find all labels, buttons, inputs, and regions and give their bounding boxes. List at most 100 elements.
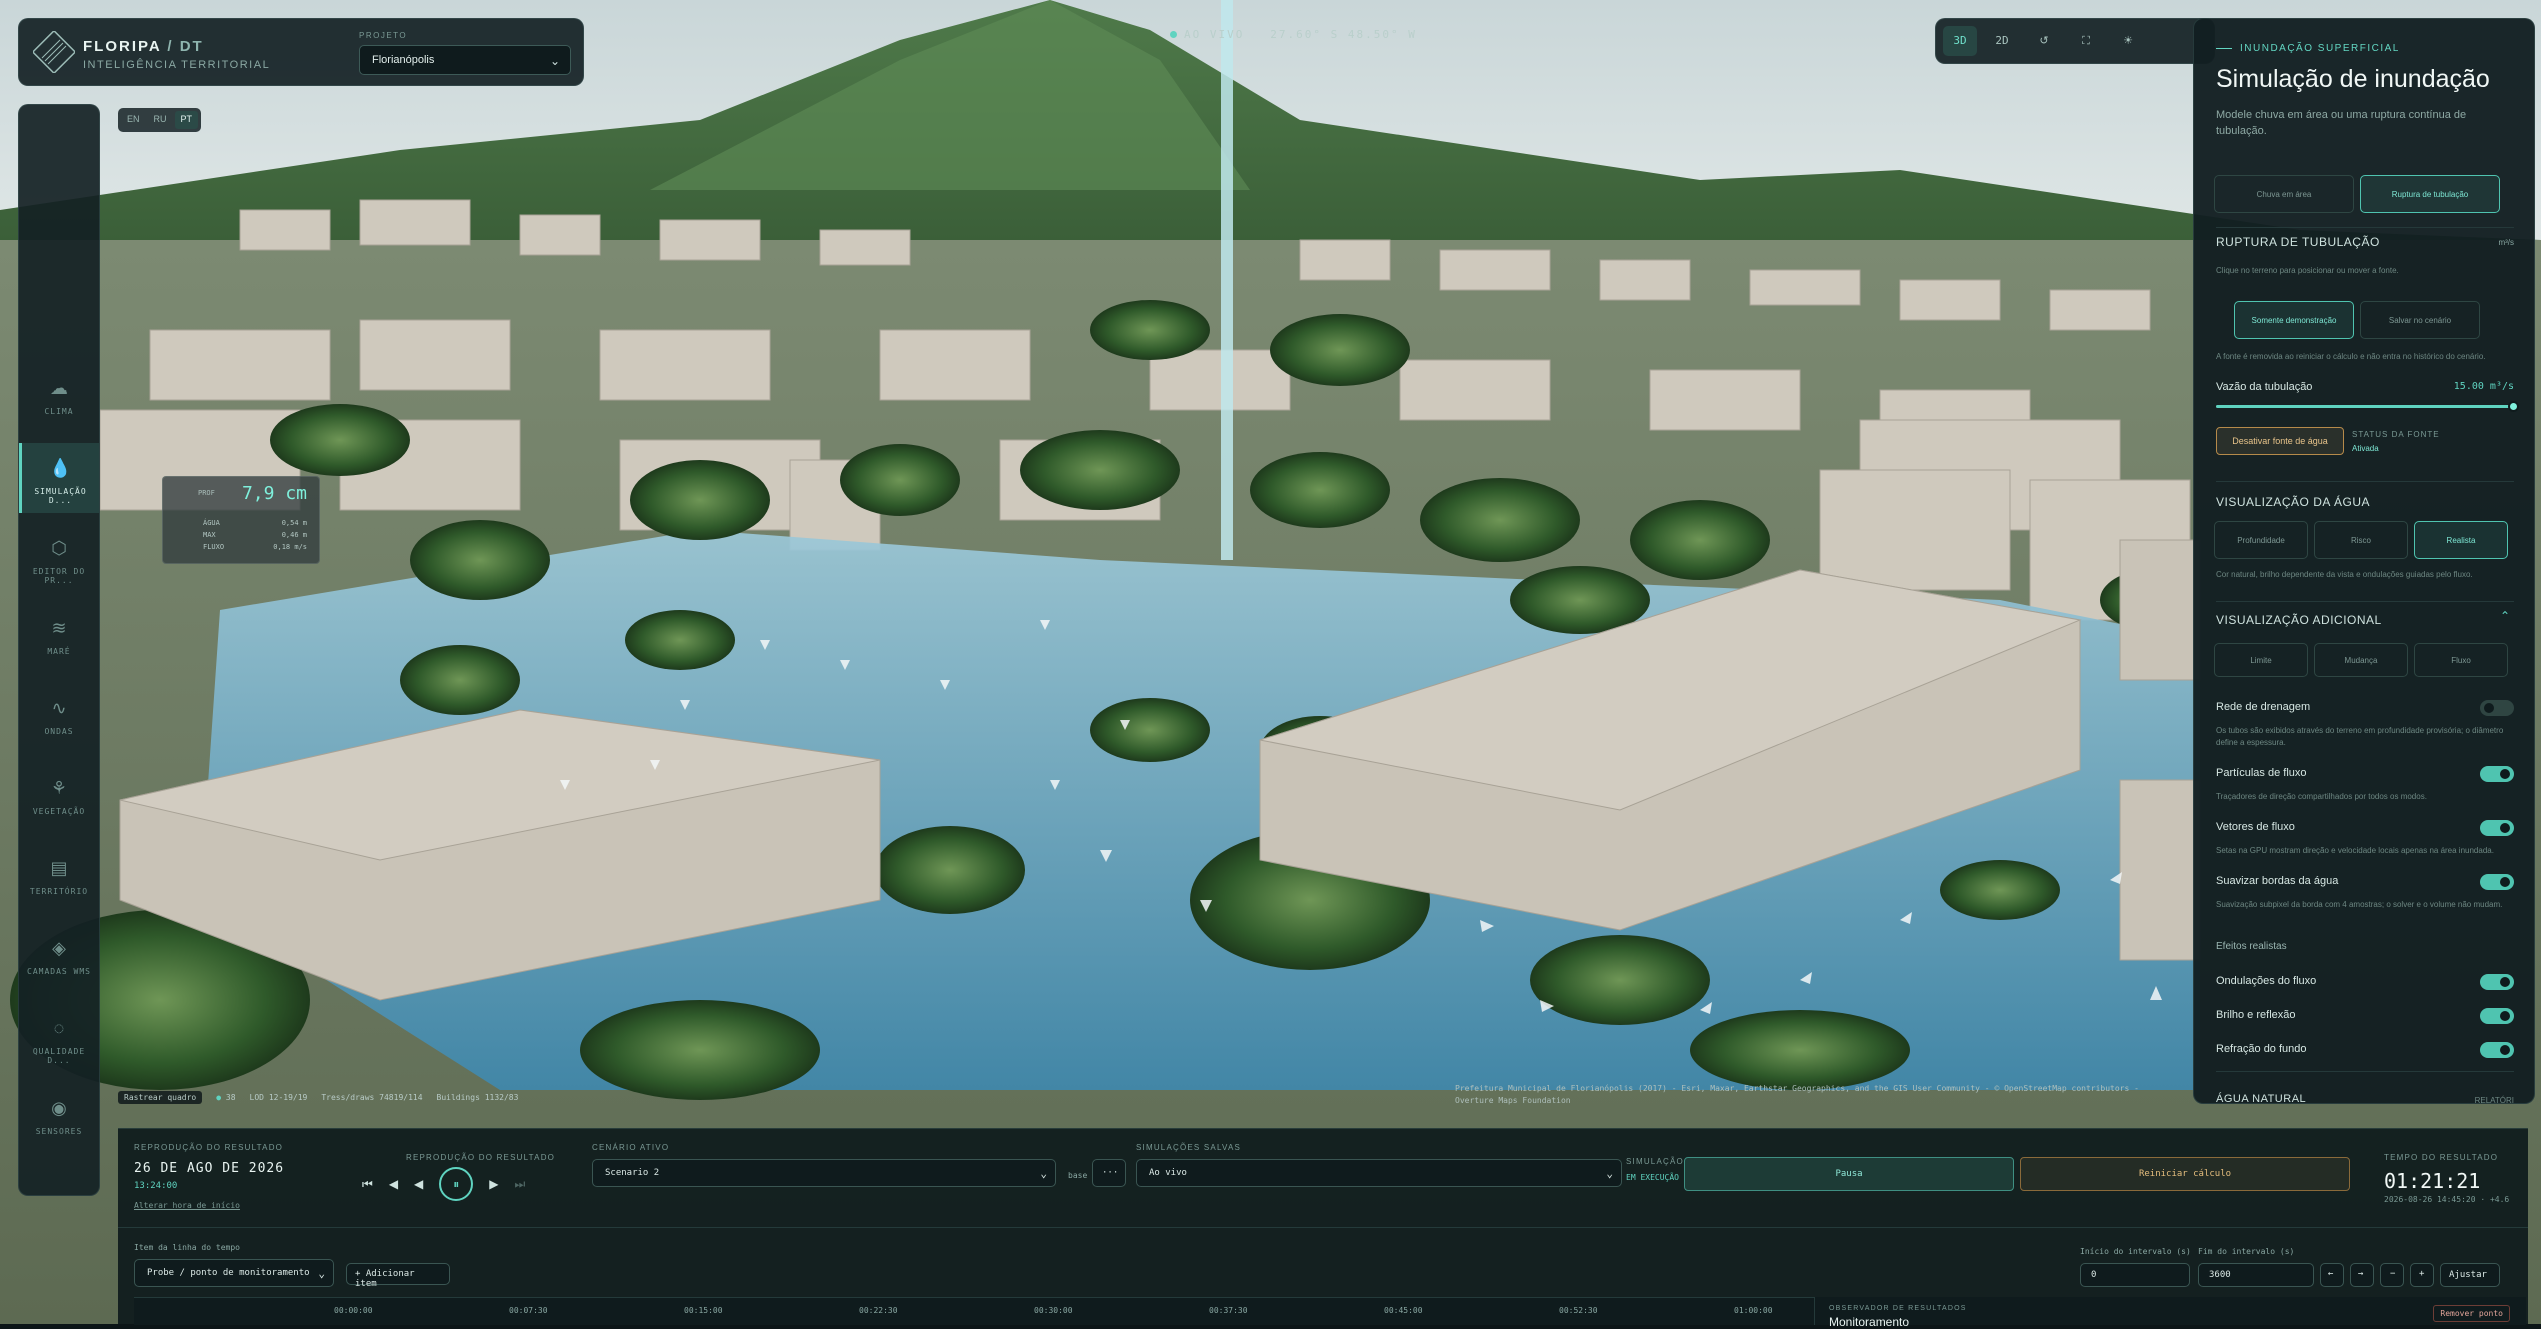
- extra-change-button[interactable]: Mudança: [2314, 643, 2408, 677]
- sidebar-item[interactable]: ≋ MARÉ: [19, 603, 99, 673]
- brightness-icon[interactable]: ☀: [2111, 26, 2145, 56]
- sidebar-item[interactable]: ◌ QUALIDADE D...: [19, 1003, 99, 1073]
- sidebar-item[interactable]: ∿ ONDAS: [19, 683, 99, 753]
- lang-ru[interactable]: RU: [148, 111, 173, 129]
- pause-button[interactable]: Pausa: [1684, 1157, 2014, 1191]
- deactivate-source-button[interactable]: Desativar fonte de água: [2216, 427, 2344, 455]
- cloud-icon: ☁: [50, 378, 68, 398]
- live-indicator: AO VIVO 27.60° S 48.50° W: [1170, 28, 1417, 41]
- sidebar-item[interactable]: 💧 SIMULAÇÃO D...: [19, 443, 99, 513]
- view-3d-button[interactable]: 3D: [1943, 26, 1977, 56]
- zoom-minus-icon[interactable]: −: [2380, 1263, 2404, 1287]
- timeline-tick-label: 00:15:00: [684, 1306, 723, 1315]
- sidebar-item[interactable]: ⚘ VEGETAÇÃO: [19, 763, 99, 833]
- adjust-button[interactable]: Ajustar: [2440, 1263, 2500, 1287]
- ripples-toggle[interactable]: [2480, 974, 2514, 990]
- smooth-edges-note: Suavização subpixel da borda com 4 amost…: [2216, 900, 2503, 909]
- pause-icon[interactable]: ⏸: [439, 1167, 474, 1201]
- section-extra-visual: VISUALIZAÇÃO ADICIONAL: [2216, 613, 2382, 627]
- reset-view-icon[interactable]: ↺: [2027, 26, 2061, 56]
- sidebar-item[interactable]: ◈ CAMADAS WMS: [19, 923, 99, 993]
- sensor-icon: ◉: [51, 1098, 67, 1118]
- buildings-readout: Buildings 1132/83: [436, 1092, 519, 1102]
- save-scenario-button[interactable]: Salvar no cenário: [2360, 301, 2480, 339]
- probe-row: MAX 0,46 m: [203, 531, 307, 539]
- remove-point-button[interactable]: Remover ponto: [2433, 1305, 2510, 1322]
- timeline-axis[interactable]: 00:00:00 00:07:30 00:15:00 00:22:30 00:30:00…: [134, 1297, 1814, 1325]
- sidebar-item[interactable]: ◉ SENSORES: [19, 1083, 99, 1153]
- water-depth-button[interactable]: Profundidade: [2214, 521, 2308, 559]
- probe-depth: 7,9 cm: [241, 483, 307, 504]
- restart-button[interactable]: Reiniciar cálculo: [2020, 1157, 2350, 1191]
- map-attribution: Prefeitura Municipal de Florianópolis (2…: [1455, 1084, 2139, 1105]
- glow-toggle[interactable]: [2480, 1008, 2514, 1024]
- particles-toggle[interactable]: [2480, 766, 2514, 782]
- layers-icon: ◈: [52, 938, 66, 958]
- brand-title: FLORIPA / DT: [83, 38, 204, 55]
- cube-icon: ⬡: [51, 538, 67, 558]
- refraction-toggle[interactable]: [2480, 1042, 2514, 1058]
- report-link[interactable]: RELATÓRI: [2464, 1095, 2514, 1103]
- drainage-row: Rede de drenagem: [2216, 700, 2514, 716]
- scenario-label: CENÁRIO ATIVO: [592, 1143, 670, 1152]
- panel-title: Simulação de inundação: [2216, 65, 2490, 93]
- sidebar-item[interactable]: ▤ TERRITÓRIO: [19, 843, 99, 913]
- fullscreen-icon[interactable]: ⛶: [2069, 26, 2103, 56]
- sidebar-item[interactable]: ☁ CLIMA: [19, 363, 99, 433]
- city-flood-scene: [0, 0, 2541, 1324]
- rewind-icon[interactable]: ◀: [414, 1177, 423, 1191]
- water-risk-button[interactable]: Risco: [2314, 521, 2408, 559]
- sidebar-item-label: SENSORES: [35, 1127, 83, 1136]
- timeline-tick-label: 00:37:30: [1209, 1306, 1248, 1315]
- sim-status: EM EXECUÇÃO: [1626, 1173, 1679, 1182]
- coords-readout: 27.60° S 48.50° W: [1270, 28, 1417, 41]
- vectors-toggle[interactable]: [2480, 820, 2514, 836]
- collapse-chevron-icon[interactable]: ⌃: [2500, 609, 2510, 623]
- project-select[interactable]: Florianópolis ⌄: [359, 45, 571, 75]
- saved-sims-label: SIMULAÇÕES SALVAS: [1136, 1143, 1242, 1152]
- sidebar-item[interactable]: ⬡ EDITOR DO PR...: [19, 523, 99, 593]
- demo-only-button[interactable]: Somente demonstração: [2234, 301, 2354, 339]
- step-back-icon[interactable]: ◀: [389, 1177, 398, 1191]
- interval-end-label: Fim do intervalo (s): [2198, 1247, 2295, 1256]
- play-icon[interactable]: ▶: [489, 1177, 498, 1191]
- drainage-toggle[interactable]: [2480, 700, 2514, 716]
- playback-timeline-panel: REPRODUÇÃO DO RESULTADO 26 DE AGO DE 202…: [118, 1128, 2528, 1329]
- skip-start-icon[interactable]: ⏮: [362, 1177, 373, 1192]
- smooth-edges-toggle[interactable]: [2480, 874, 2514, 890]
- scenario-select[interactable]: Scenario 2 ⌄: [592, 1159, 1056, 1187]
- sidebar-item-label: CLIMA: [44, 407, 74, 416]
- lang-pt[interactable]: PT: [174, 111, 199, 129]
- flood-simulation-panel: INUNDAÇÃO SUPERFICIAL Simulação de inund…: [2193, 18, 2535, 1104]
- add-item-button[interactable]: + Adicionar item: [346, 1263, 450, 1289]
- view-2d-button[interactable]: 2D: [1985, 26, 2019, 56]
- particles-row: Partículas de fluxo: [2216, 766, 2514, 782]
- lang-en[interactable]: EN: [121, 111, 146, 129]
- flow-slider-handle[interactable]: [2508, 401, 2519, 412]
- wave-icon: ∿: [51, 698, 67, 718]
- timeline-item-select[interactable]: Probe / ponto de monitoramento ⌄: [134, 1259, 334, 1287]
- mode-rain-button[interactable]: Chuva em área: [2214, 175, 2354, 213]
- divider: [118, 1227, 2528, 1228]
- skip-end-icon[interactable]: ⏭: [515, 1177, 526, 1192]
- flow-slider[interactable]: [2216, 401, 2519, 412]
- zoom-in-right-icon[interactable]: →: [2350, 1263, 2374, 1287]
- extra-flow-button[interactable]: Fluxo: [2414, 643, 2508, 677]
- timeline-tick-label: 00:52:30: [1559, 1306, 1598, 1315]
- interval-end-input[interactable]: 3600: [2198, 1263, 2314, 1287]
- tris-readout: Tress/draws 74819/114: [321, 1092, 423, 1102]
- saved-sims-select[interactable]: Ao vivo ⌄: [1136, 1159, 1622, 1187]
- water-realistic-button[interactable]: Realista: [2414, 521, 2508, 559]
- more-button[interactable]: ···: [1092, 1159, 1126, 1187]
- probe-readout[interactable]: PROF 7,9 cm ÁGUA 0,54 m MAX 0,46 m FLUXO 0,…: [162, 476, 320, 564]
- mode-pipe-button[interactable]: Ruptura de tubulação: [2360, 175, 2500, 213]
- zoom-plus-icon[interactable]: +: [2410, 1263, 2434, 1287]
- timeline-tick-label: 00:07:30: [509, 1306, 548, 1315]
- droplet-quality-icon: ◌: [53, 1018, 65, 1038]
- interval-start-input[interactable]: 0: [2080, 1263, 2190, 1287]
- change-start-link[interactable]: Alterar hora de início: [134, 1201, 240, 1210]
- zoom-out-left-icon[interactable]: ←: [2320, 1263, 2344, 1287]
- map-3d-viewport[interactable]: [0, 0, 2541, 1324]
- track-frame-button[interactable]: Rastrear quadro: [118, 1090, 203, 1104]
- extra-limit-button[interactable]: Limite: [2214, 643, 2308, 677]
